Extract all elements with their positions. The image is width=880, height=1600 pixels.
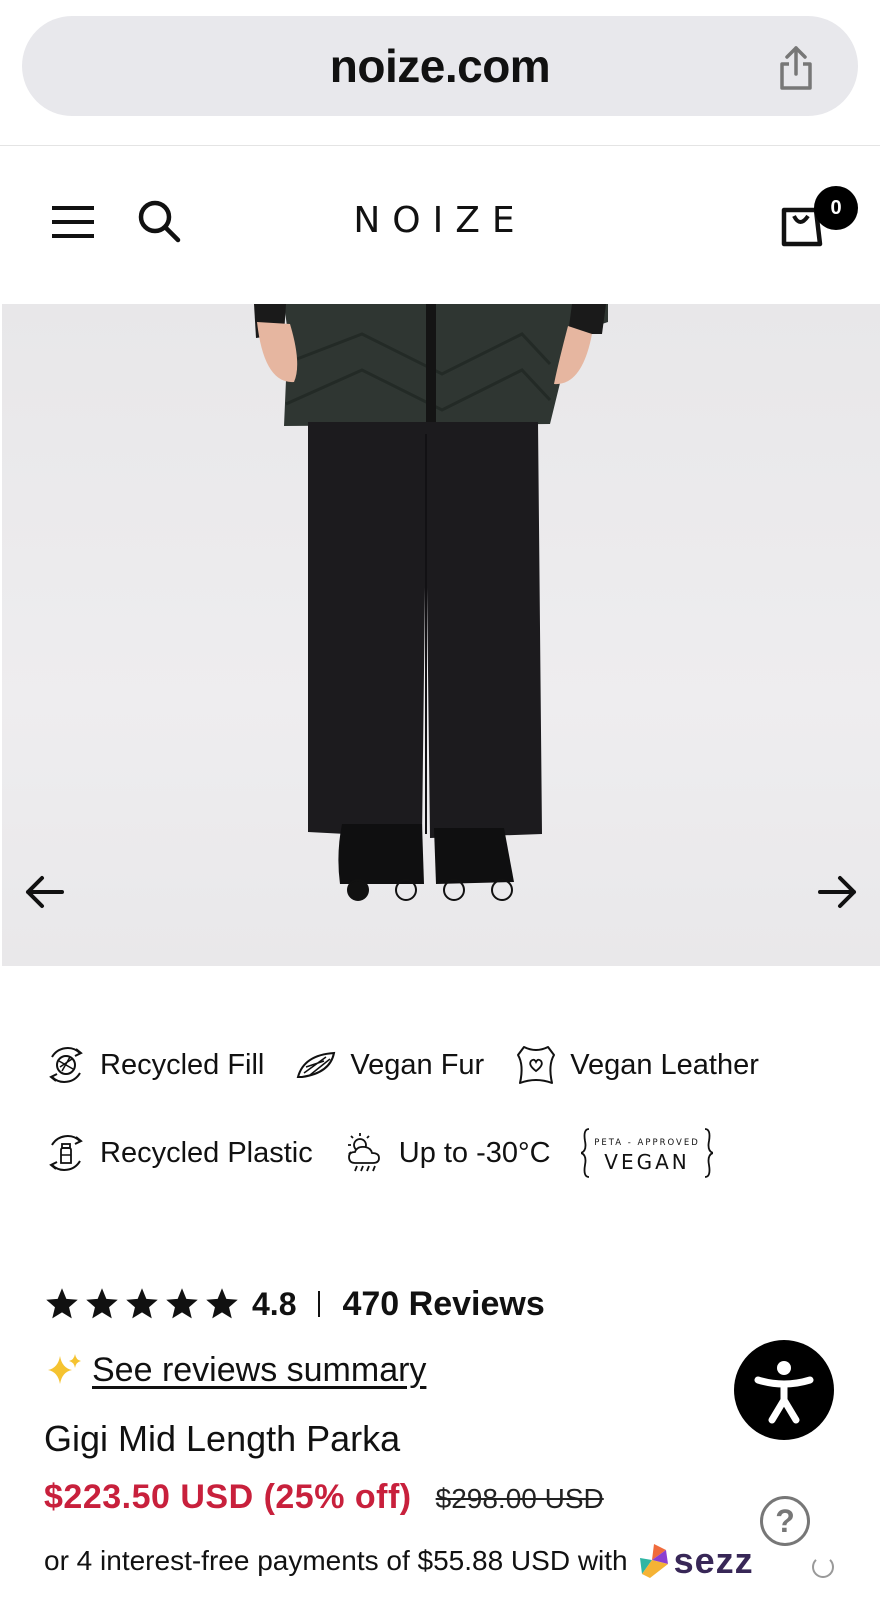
address-field[interactable]: noize.com [22,16,858,116]
recycled-fill-icon [49,1047,83,1083]
installment-text: or 4 interest-free payments of $55.88 US… [44,1545,628,1576]
site-header: NOIZE 0 [0,146,880,304]
reviews-summary-row: See reviews summary [44,1350,426,1390]
carousel-dot-1[interactable] [347,879,369,901]
recycled-plastic-icon [49,1135,83,1171]
carousel-dots [347,879,513,903]
feature-temperature: Up to -30°C [343,1131,551,1175]
next-image-arrow-icon[interactable] [818,874,858,910]
feature-label: Vegan Fur [350,1048,485,1081]
vegan-fur-icon [297,1051,336,1078]
star-icon [206,1288,238,1319]
price-row: $223.50 USD (25% off) $298.00 USD [44,1478,604,1517]
share-icon[interactable] [774,44,818,92]
product-features: Recycled Fill Vegan Fur Vegan Leather Re… [44,1040,844,1216]
product-image-carousel[interactable] [2,304,880,966]
accessibility-icon [754,1361,814,1424]
features-row-1: Recycled Fill Vegan Fur Vegan Leather [44,1040,844,1090]
vegan-leather-icon [517,1046,556,1084]
carousel-dot-3[interactable] [443,879,465,901]
sale-price: $223.50 USD (25% off) [44,1478,412,1516]
carousel-dot-4[interactable] [491,879,513,901]
browser-url-bar: noize.com [0,0,880,146]
star-icon [126,1288,158,1319]
see-reviews-summary-link[interactable]: See reviews summary [92,1351,426,1390]
carousel-dot-2[interactable] [395,879,417,901]
menu-icon[interactable] [52,204,96,240]
installment-info: or 4 interest-free payments of $55.88 US… [44,1540,754,1582]
star-rating [44,1286,240,1322]
star-icon [86,1288,118,1319]
original-price: $298.00 USD [435,1483,604,1514]
rating-value: 4.8 [252,1285,297,1322]
sparkle-icon [48,1354,81,1384]
feature-vegan-fur: Vegan Fur [294,1043,484,1087]
peta-vegan-badge: PETA - APPROVED VEGAN [580,1128,713,1178]
product-photo [254,304,608,884]
star-icon [166,1288,198,1319]
divider [318,1291,321,1317]
feature-vegan-leather: Vegan Leather [514,1043,759,1087]
cart-count-badge: 0 [814,186,858,230]
product-title: Gigi Mid Length Parka [44,1418,401,1459]
noize-logo[interactable]: NOIZE [300,186,580,256]
review-count[interactable]: 470 Reviews [342,1285,544,1324]
sezzle-logo[interactable]: sezz [636,1540,754,1582]
sezzle-wordmark: sezz [673,1540,754,1581]
weather-icon [347,1133,380,1172]
feature-label: Recycled Plastic [100,1136,313,1169]
peta-badge-main: VEGAN [604,1150,689,1174]
help-button[interactable]: ? [760,1496,810,1546]
logo-text: NOIZE [353,200,526,241]
url-text: noize.com [329,40,551,92]
feature-recycled-fill: Recycled Fill [44,1043,264,1087]
previous-image-arrow-icon[interactable] [24,874,64,910]
reviews-summary-bar[interactable]: 4.8 470 Reviews [44,1282,545,1326]
sezzle-mark-icon [639,1544,668,1578]
star-icon [46,1288,78,1319]
accessibility-button[interactable] [734,1340,834,1440]
features-row-2: Recycled Plastic Up to -30°C PETA - APPR… [44,1128,844,1178]
feature-label: Recycled Fill [100,1048,265,1081]
loading-spinner-icon [812,1556,834,1578]
search-icon[interactable] [136,198,182,244]
feature-recycled-plastic: Recycled Plastic [44,1131,313,1175]
peta-badge-top: PETA - APPROVED [594,1138,700,1148]
feature-label: Up to -30°C [398,1136,551,1169]
feature-label: Vegan Leather [570,1048,759,1081]
